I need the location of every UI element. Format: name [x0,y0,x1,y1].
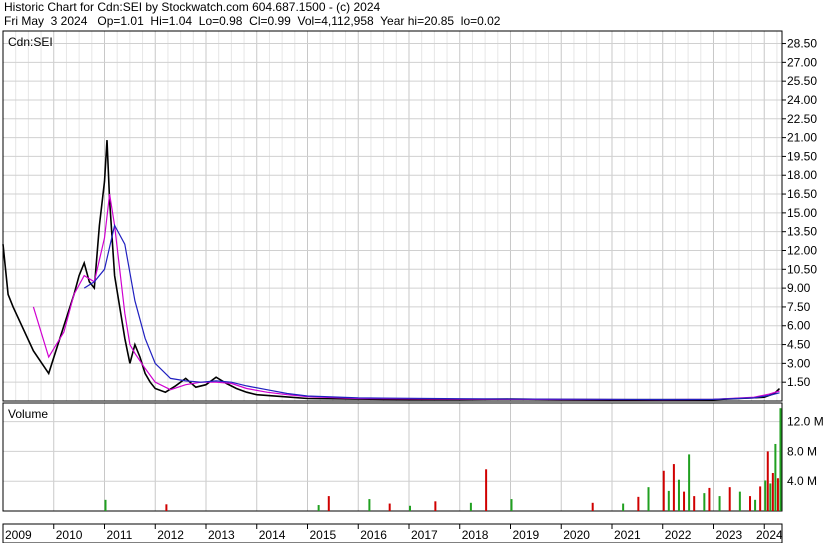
price-tick-label: 10.50 [787,262,817,276]
price-tick-label: 24.00 [787,93,817,107]
volume-bar [683,491,686,511]
volume-bar [776,478,779,511]
volume-bar [771,473,774,511]
volume-tick-label: 12.0 M [787,415,824,429]
price-tick-label: 18.00 [787,168,817,182]
price-tick-labels: 1.50 3.00 4.50 6.00 7.50 9.00 10.50 12.00 13.50 1… [782,37,817,389]
volume-panel-title: Volume [8,407,48,421]
volume-bar [693,496,696,511]
volume-grid [3,403,782,511]
time-tick-label: 2014 [259,528,286,542]
volume-bar [764,480,767,511]
price-tick-label: 15.00 [787,206,817,220]
volume-bar [779,408,782,511]
time-tick-label: 2013 [208,528,235,542]
volume-bar [485,469,488,511]
time-tick-label: 2017 [411,528,438,542]
time-tick-label: 2023 [715,528,742,542]
price-tick-label: 16.50 [787,187,817,201]
volume-bar [469,502,472,511]
volume-bar [774,443,777,511]
volume-bar [637,496,640,511]
volume-bar [738,491,741,511]
volume-bar [759,486,762,511]
time-tick-label: 2012 [157,528,184,542]
volume-bar [408,505,411,511]
volume-bar [647,487,650,511]
volume-bar [688,454,691,511]
price-tick-label: 21.00 [787,131,817,145]
volume-tick-labels: 4.0 M 8.0 M 12.0 M [787,415,824,489]
price-tick-label: 1.50 [787,375,811,389]
volume-bar [104,499,107,511]
price-panel-title: Cdn:SEI [8,35,53,49]
time-tick-label: 2019 [512,528,539,542]
price-tick-label: 3.00 [787,356,811,370]
time-tick-label: 2021 [614,528,641,542]
volume-bar [591,502,594,511]
volume-bar [769,483,772,511]
volume-bar [749,496,752,511]
price-tick-label: 13.50 [787,225,817,239]
volume-bar [708,487,711,511]
volume-bar [327,496,330,511]
time-tick-label: 2020 [563,528,590,542]
price-tick-label: 6.00 [787,319,811,333]
price-tick-label: 7.50 [787,300,811,314]
time-tick-labels: 2009 2010 2011 2012 2013 2014 2015 2016 2017 2018… [2,524,783,542]
price-tick-label: 4.50 [787,338,811,352]
volume-bar [677,479,680,511]
volume-panel-frame [2,402,783,512]
volume-bar [434,501,437,511]
price-tick-label: 22.50 [787,112,817,126]
time-tick-label: 2010 [56,528,83,542]
time-tick-label: 2024 [756,528,783,542]
time-tick-label: 2018 [462,528,489,542]
volume-bar [703,493,706,511]
price-tick-label: 27.00 [787,55,817,69]
volume-bar [718,496,721,511]
time-tick-label: 2016 [360,528,387,542]
moving-average-short-line [32,194,780,401]
volume-tick-label: 4.0 M [787,474,817,488]
price-tick-label: 12.00 [787,243,817,257]
volume-bar [622,503,625,511]
volume-bar [388,503,391,511]
volume-bar [317,505,320,511]
volume-bar [672,464,675,511]
volume-bar [667,490,670,511]
price-tick-label: 28.50 [787,37,817,51]
price-grid [3,31,782,401]
volume-bar [754,499,757,511]
volume-bar [510,499,513,511]
price-tick-label: 25.50 [787,74,817,88]
price-tick-label: 9.00 [787,281,811,295]
price-tick-label: 19.50 [787,149,817,163]
price-panel-frame [2,30,783,402]
stock-chart: Cdn:SEI Volume 1.503.004.506.007.509.001… [2,30,824,543]
volume-bar [728,487,731,511]
volume-bar [165,504,168,511]
time-tick-label: 2015 [309,528,336,542]
time-tick-label: 2022 [665,528,692,542]
volume-bar [662,470,665,511]
volume-bar [368,499,371,511]
time-tick-label: 2009 [5,528,32,542]
volume-bar [766,451,769,511]
volume-tick-label: 8.0 M [787,444,817,458]
time-tick-label: 2011 [106,528,132,542]
